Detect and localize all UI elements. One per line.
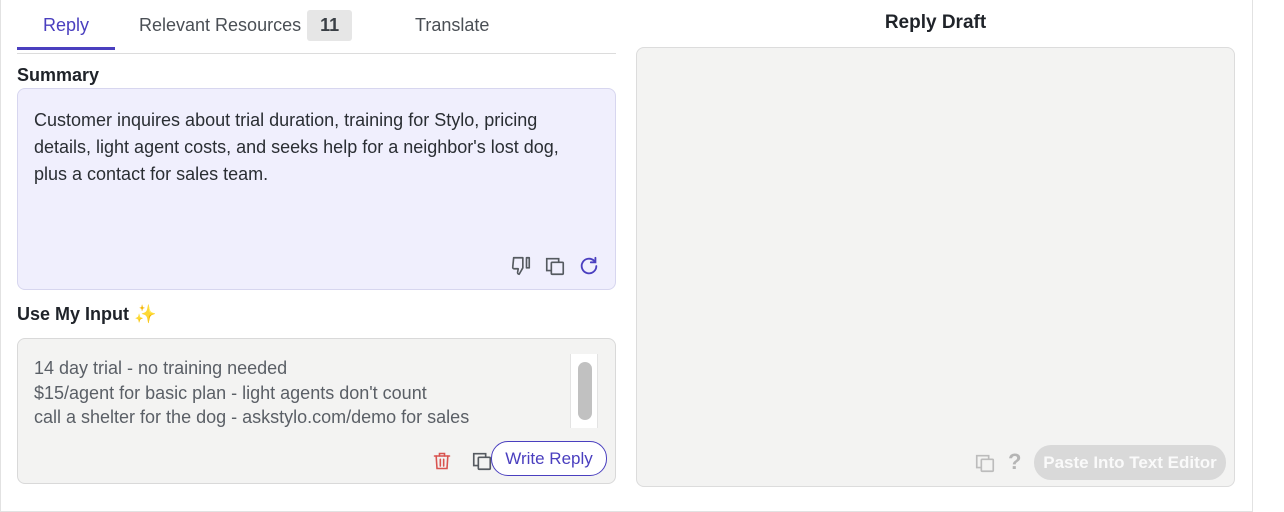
summary-text: Customer inquires about trial duration, … (34, 110, 559, 184)
thumbs-down-icon[interactable] (509, 254, 533, 278)
tab-resources-label: Relevant Resources (139, 15, 302, 35)
resources-count-badge: 11 (307, 10, 353, 41)
trash-icon[interactable] (430, 449, 454, 473)
write-reply-button[interactable]: Write Reply (491, 441, 607, 476)
tab-reply-label: Reply (42, 15, 90, 35)
tab-reply[interactable]: Reply (17, 0, 115, 51)
refresh-icon[interactable] (577, 254, 601, 278)
reply-draft-box[interactable] (636, 47, 1235, 487)
copy-icon[interactable] (543, 254, 567, 278)
summary-label: Summary (17, 65, 100, 85)
panel-left-border (0, 0, 1, 512)
help-icon[interactable]: ? (1008, 449, 1021, 475)
input-actions (430, 449, 494, 473)
paste-into-text-editor-button[interactable]: Paste Into Text Editor (1034, 445, 1226, 480)
input-scrollbar-thumb[interactable] (578, 362, 592, 420)
reply-draft-title: Reply Draft (884, 12, 987, 33)
tab-bar: Reply Relevant Resources 11 Translate (17, 0, 616, 54)
use-my-input-label: Use My Input ✨ (17, 304, 157, 324)
tab-translate[interactable]: Translate (415, 0, 489, 51)
user-input-text[interactable]: 14 day trial - no training needed $15/ag… (34, 356, 574, 430)
summary-actions (509, 254, 601, 278)
summary-box: Customer inquires about trial duration, … (17, 88, 616, 290)
input-scrollbar[interactable] (570, 354, 598, 428)
active-tab-indicator (17, 47, 115, 50)
tab-translate-label: Translate (415, 15, 490, 35)
tab-relevant-resources[interactable]: Relevant Resources 11 (139, 0, 353, 51)
copy-icon[interactable] (973, 451, 997, 475)
